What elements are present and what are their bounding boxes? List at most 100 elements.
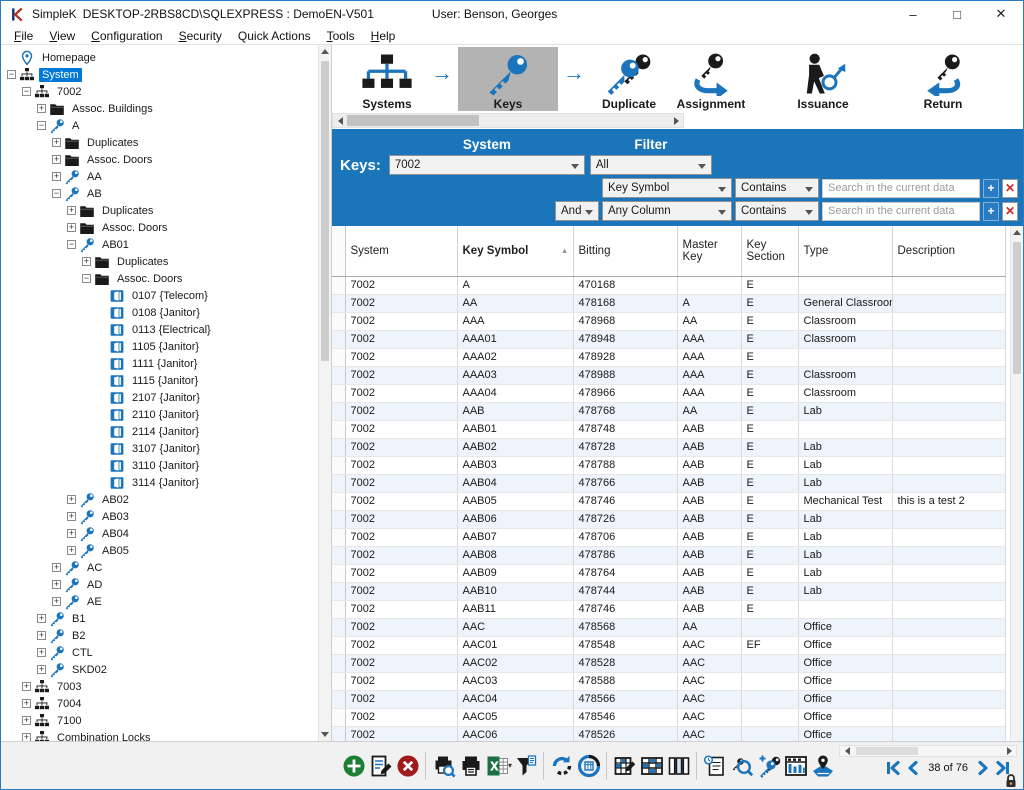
- workflow-step-duplicate[interactable]: Duplicate: [590, 47, 668, 111]
- workflow-step-issuance[interactable]: Issuance: [784, 47, 862, 111]
- expander-minus-icon[interactable]: −: [82, 274, 91, 283]
- first-page-button[interactable]: [885, 760, 901, 776]
- tree-scrollbar-thumb[interactable]: [321, 61, 329, 361]
- statistics-button[interactable]: [782, 752, 809, 779]
- expander-minus-icon[interactable]: −: [37, 121, 46, 130]
- print-preview-button[interactable]: [430, 752, 457, 779]
- previous-page-button[interactable]: [905, 760, 921, 776]
- maximize-button[interactable]: □: [935, 1, 979, 27]
- table-scrollbar-thumb[interactable]: [1013, 242, 1021, 374]
- row-selector-cell[interactable]: [332, 294, 346, 313]
- row-selector-cell[interactable]: [332, 456, 346, 475]
- expander-minus-icon[interactable]: −: [52, 189, 61, 198]
- scroll-right-icon[interactable]: [669, 116, 683, 125]
- tree-item-ab[interactable]: − AB: [3, 185, 317, 202]
- row-selector-cell[interactable]: [332, 618, 346, 637]
- search-operator-dropdown[interactable]: Contains: [735, 178, 819, 198]
- key-duplicates-button[interactable]: [755, 752, 782, 779]
- column-header-type[interactable]: Type: [798, 226, 893, 277]
- tree-item-assoc-buildings[interactable]: + Assoc. Buildings: [3, 100, 317, 117]
- row-selector-cell[interactable]: [332, 420, 346, 439]
- refresh-button[interactable]: [548, 752, 575, 779]
- row-selector-cell[interactable]: [332, 582, 346, 601]
- search-column-dropdown[interactable]: Key Symbol: [602, 178, 732, 198]
- row-selector-cell[interactable]: [332, 348, 346, 367]
- tree-item-3110-janitor[interactable]: 3110 {Janitor}: [3, 457, 317, 474]
- tree-item-combination-locks[interactable]: + Combination Locks: [3, 729, 317, 741]
- table-row[interactable]: 7002 AAB11 478746 AAB E: [332, 600, 1006, 619]
- row-selector-cell[interactable]: [332, 402, 346, 421]
- table-row[interactable]: 7002 AAA 478968 AA E Classroom: [332, 312, 1006, 331]
- expander-plus-icon[interactable]: +: [52, 580, 61, 589]
- expander-plus-icon[interactable]: +: [22, 699, 31, 708]
- row-selector-cell[interactable]: [332, 564, 346, 583]
- search-input[interactable]: [822, 178, 980, 198]
- column-header-master-key[interactable]: Master Key: [677, 226, 742, 277]
- search-operator-dropdown[interactable]: Contains: [735, 201, 819, 221]
- key-search-button[interactable]: [728, 752, 755, 779]
- report-history-button[interactable]: [701, 752, 728, 779]
- expander-plus-icon[interactable]: +: [67, 223, 76, 232]
- scroll-down-icon[interactable]: [319, 728, 331, 741]
- row-selector-cell[interactable]: [332, 546, 346, 565]
- table-row[interactable]: 7002 AAC06 478526 AAC Office: [332, 726, 1006, 741]
- row-selector-cell[interactable]: [332, 600, 346, 619]
- tree-item-duplicates[interactable]: + Duplicates: [3, 253, 317, 270]
- workflow-step-return[interactable]: Return: [904, 47, 982, 111]
- table-row[interactable]: 7002 AAA04 478966 AAA E Classroom: [332, 384, 1006, 403]
- row-selector-cell[interactable]: [332, 366, 346, 385]
- expander-plus-icon[interactable]: +: [37, 614, 46, 623]
- expander-plus-icon[interactable]: +: [67, 546, 76, 555]
- tree-item-0108-janitor[interactable]: 0108 {Janitor}: [3, 304, 317, 321]
- expander-plus-icon[interactable]: +: [52, 138, 61, 147]
- tree-item-system[interactable]: − System: [3, 66, 317, 83]
- workflow-step-keys[interactable]: Keys: [458, 47, 558, 111]
- column-header-bitting[interactable]: Bitting: [573, 226, 678, 277]
- table-hscrollbar-track[interactable]: [854, 746, 1002, 756]
- table-scrollbar[interactable]: [1010, 226, 1023, 741]
- tree-item-ae[interactable]: + AE: [3, 593, 317, 610]
- tree-item-b1[interactable]: + B1: [3, 610, 317, 627]
- row-selector-cell[interactable]: [332, 726, 346, 741]
- grid-view-button[interactable]: [638, 752, 665, 779]
- tree-item-ab05[interactable]: + AB05: [3, 542, 317, 559]
- tree-item-7004[interactable]: +7004: [3, 695, 317, 712]
- menu-security[interactable]: Security: [171, 28, 230, 44]
- menu-configuration[interactable]: Configuration: [83, 28, 170, 44]
- scroll-up-icon[interactable]: [1011, 226, 1023, 239]
- clear-filter-button[interactable]: ✕: [1002, 201, 1018, 221]
- workflow-step-systems[interactable]: Systems: [348, 47, 426, 111]
- row-selector-cell[interactable]: [332, 672, 346, 691]
- expander-plus-icon[interactable]: +: [22, 716, 31, 725]
- row-selector-cell[interactable]: [332, 654, 346, 673]
- tree-item-3114-janitor[interactable]: 3114 {Janitor}: [3, 474, 317, 491]
- table-row[interactable]: 7002 AAC04 478566 AAC Office: [332, 690, 1006, 709]
- menu-quick-actions[interactable]: Quick Actions: [230, 28, 319, 44]
- tree-item-assoc-doors[interactable]: + Assoc. Doors: [3, 151, 317, 168]
- export-excel-button[interactable]: [484, 752, 511, 779]
- table-row[interactable]: 7002 AAB05 478746 AAB E Mechanical Test this i…: [332, 492, 1006, 511]
- expander-plus-icon[interactable]: +: [67, 495, 76, 504]
- expander-plus-icon[interactable]: +: [37, 631, 46, 640]
- refresh-data-button[interactable]: [575, 752, 602, 779]
- table-row[interactable]: 7002 AAB10 478744 AAB E Lab: [332, 582, 1006, 601]
- table-row[interactable]: 7002 AAC01 478548 AAC EF Office: [332, 636, 1006, 655]
- tree-item-ab01[interactable]: − AB01: [3, 236, 317, 253]
- table-row[interactable]: 7002 AAB09 478764 AAB E Lab: [332, 564, 1006, 583]
- expander-plus-icon[interactable]: +: [22, 682, 31, 691]
- logic-operator-dropdown[interactable]: And: [555, 201, 599, 221]
- minimize-button[interactable]: –: [891, 1, 935, 27]
- table-row[interactable]: 7002 AAC05 478546 AAC Office: [332, 708, 1006, 727]
- tree-item-homepage[interactable]: Homepage: [3, 49, 317, 66]
- table-row[interactable]: 7002 AAB02 478728 AAB E Lab: [332, 438, 1006, 457]
- table-row[interactable]: 7002 AAC03 478588 AAC Office: [332, 672, 1006, 691]
- column-header-system[interactable]: System: [345, 226, 458, 277]
- column-chooser-button[interactable]: [665, 752, 692, 779]
- delete-button[interactable]: [394, 752, 421, 779]
- tree-scrollbar[interactable]: [318, 45, 331, 741]
- print-button[interactable]: [457, 752, 484, 779]
- table-row[interactable]: 7002 AAB06 478726 AAB E Lab: [332, 510, 1006, 529]
- scroll-right-icon[interactable]: [1002, 747, 1016, 755]
- workflow-scrollbar-thumb[interactable]: [347, 115, 479, 126]
- row-selector-cell[interactable]: [332, 708, 346, 727]
